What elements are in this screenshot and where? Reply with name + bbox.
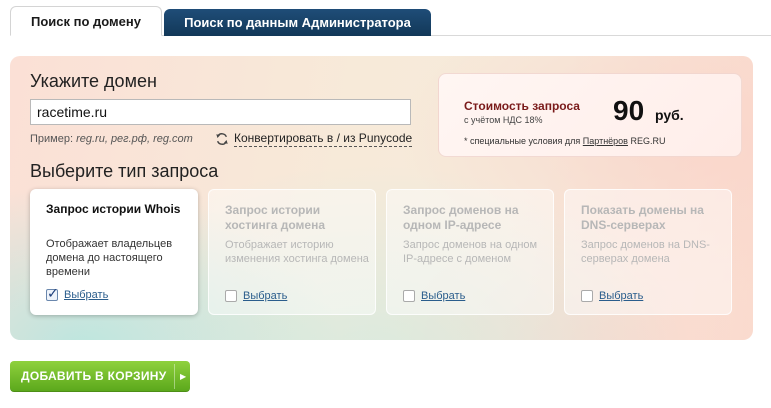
card-description: Запрос доменов на DNS-серверах домена [581, 239, 710, 265]
select-label[interactable]: Выбрать [64, 289, 108, 301]
select-checkbox[interactable] [225, 290, 237, 302]
partners-link[interactable]: Партнёров [583, 136, 628, 146]
card-title: Показать домены на DNS-серверах [581, 203, 704, 232]
card-title: Запрос истории хостинга домена [225, 203, 325, 232]
card-select[interactable]: Выбрать [225, 290, 287, 302]
price-note-suffix: REG.RU [630, 136, 666, 146]
add-to-cart-button[interactable]: ДОБАВИТЬ В КОРЗИНУ ▶ [10, 361, 190, 392]
price-note-prefix: * специальные условия для [464, 136, 581, 146]
price-amount: 90 [613, 95, 645, 126]
card-title: Запрос истории Whois [46, 202, 181, 216]
price-title: Стоимость запроса [464, 99, 580, 113]
price-note: * специальные условия для Партнёров REG.… [464, 136, 666, 146]
example-label: Пример: [30, 133, 74, 145]
select-label[interactable]: Выбрать [243, 290, 287, 302]
card-description: Отображает историю изменения хостинга до… [225, 239, 369, 265]
select-label[interactable]: Выбрать [599, 290, 643, 302]
select-checkbox[interactable] [581, 290, 593, 302]
domain-example: Пример: reg.ru, рег.рф, reg.com [30, 133, 193, 145]
price-currency: руб. [655, 107, 684, 123]
card-description: Отображает владельцев домена до настояще… [46, 238, 173, 278]
example-values: reg.ru, рег.рф, reg.com [76, 133, 193, 145]
select-label[interactable]: Выбрать [421, 290, 465, 302]
tab-search-by-domain[interactable]: Поиск по домену [10, 6, 162, 36]
card-title: Запрос доменов на одном IP-адресе [403, 203, 519, 232]
price-box: Стоимость запроса с учётом НДС 18% 90 ру… [438, 73, 742, 157]
tab-search-by-admin[interactable]: Поиск по данным Администратора [164, 9, 431, 36]
arrow-right-icon: ▶ [180, 372, 187, 381]
card-description: Запрос доменов на одном IP-адресе с доме… [403, 239, 538, 265]
card-select[interactable]: Выбрать [403, 290, 465, 302]
domain-input[interactable] [30, 99, 411, 125]
button-divider [174, 364, 175, 389]
price-vat: с учётом НДС 18% [464, 115, 543, 125]
search-tabs: Поиск по домену Поиск по данным Админист… [10, 6, 771, 36]
punycode-convert-link[interactable]: Конвертировать в / из Punycode [215, 131, 413, 147]
domain-heading: Укажите домен [30, 71, 157, 91]
search-panel: Укажите домен Пример: reg.ru, рег.рф, re… [10, 56, 753, 340]
request-type-heading: Выберите тип запроса [30, 161, 219, 181]
card-select[interactable]: Выбрать [46, 285, 108, 302]
card-domains-dns-servers[interactable]: Показать домены на DNS-серверах Запрос д… [564, 189, 732, 315]
card-whois-history[interactable]: Запрос истории Whois Отображает владельц… [30, 189, 198, 315]
select-checkbox[interactable] [403, 290, 415, 302]
card-domains-same-ip[interactable]: Запрос доменов на одном IP-адресе Запрос… [386, 189, 554, 315]
add-to-cart-label: ДОБАВИТЬ В КОРЗИНУ [21, 369, 167, 383]
select-checkbox[interactable] [46, 285, 59, 302]
card-select[interactable]: Выбрать [581, 290, 643, 302]
refresh-icon [216, 133, 228, 145]
punycode-convert-label: Конвертировать в / из Punycode [234, 131, 413, 147]
card-hosting-history[interactable]: Запрос истории хостинга домена Отображае… [208, 189, 376, 315]
